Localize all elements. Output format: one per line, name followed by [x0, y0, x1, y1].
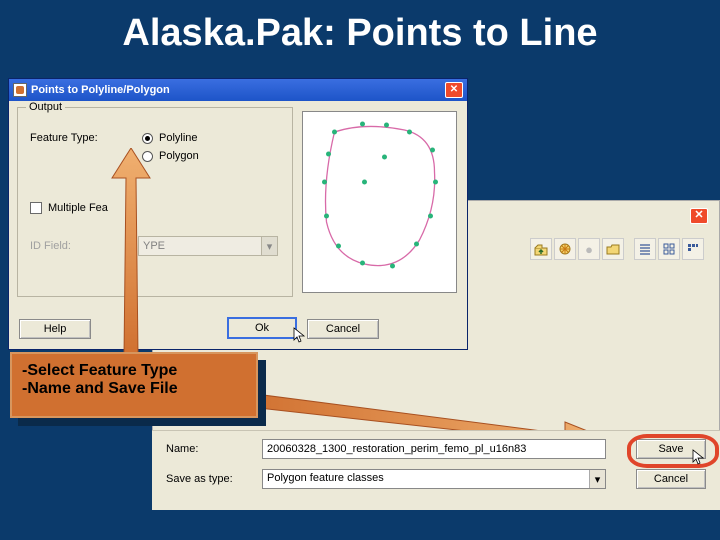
- type-value: Polygon feature classes: [267, 472, 384, 484]
- page-title: Alaska.Pak: Points to Line: [0, 12, 720, 55]
- multi-label: Multiple Fea: [48, 202, 108, 214]
- arrow-to-feature-type: [110, 148, 152, 356]
- chevron-down-icon: ▾: [261, 237, 277, 255]
- dialog-titlebar: Points to Polyline/Polygon ✕: [9, 79, 467, 101]
- name-label: Name:: [166, 443, 252, 455]
- help-button[interactable]: Help: [19, 319, 91, 339]
- multiple-features-checkbox[interactable]: Multiple Fea: [30, 202, 108, 214]
- chevron-down-icon[interactable]: ▾: [589, 470, 605, 488]
- id-field-combo: YPE▾: [138, 236, 278, 256]
- app-icon: [13, 83, 27, 97]
- type-combo[interactable]: Polygon feature classes ▾: [262, 469, 606, 489]
- callout-line2: -Name and Save File: [22, 380, 246, 398]
- type-label: Save as type:: [166, 473, 252, 485]
- cancel-save-button[interactable]: Cancel: [636, 469, 706, 489]
- output-fieldset: Output Feature Type: Polyline Polygon Mu…: [17, 107, 293, 297]
- ok-button[interactable]: Ok: [227, 317, 297, 339]
- folder-icon[interactable]: [602, 238, 624, 260]
- preview-pane: [302, 111, 457, 293]
- output-legend: Output: [26, 101, 65, 113]
- name-input[interactable]: [262, 439, 606, 459]
- radio-polyline-label: Polyline: [159, 132, 198, 144]
- list-view-icon[interactable]: [634, 238, 656, 260]
- new-icon[interactable]: [554, 238, 576, 260]
- thumbs-view-icon[interactable]: [682, 238, 704, 260]
- radio-polygon-label: Polygon: [159, 150, 199, 162]
- up-folder-icon[interactable]: [530, 238, 552, 260]
- id-field-label: ID Field:: [30, 240, 71, 252]
- save-panel: Name: Save Save as type: Polygon feature…: [152, 430, 720, 510]
- points-dialog: Points to Polyline/Polygon ✕ Output Feat…: [8, 78, 468, 350]
- save-button-label: Save: [658, 443, 683, 455]
- disabled-icon: ●: [578, 238, 600, 260]
- cursor-icon: [692, 449, 706, 467]
- cursor-icon: [293, 327, 307, 345]
- feature-type-label: Feature Type:: [30, 132, 98, 144]
- cancel-button[interactable]: Cancel: [307, 319, 379, 339]
- bg-close-icon[interactable]: ✕: [690, 208, 708, 224]
- radio-polyline[interactable]: Polyline: [142, 132, 199, 144]
- details-view-icon[interactable]: [658, 238, 680, 260]
- dialog-title: Points to Polyline/Polygon: [31, 84, 445, 96]
- callout: -Select Feature Type -Name and Save File: [10, 352, 258, 418]
- callout-line1: -Select Feature Type: [22, 362, 246, 380]
- close-icon[interactable]: ✕: [445, 82, 463, 98]
